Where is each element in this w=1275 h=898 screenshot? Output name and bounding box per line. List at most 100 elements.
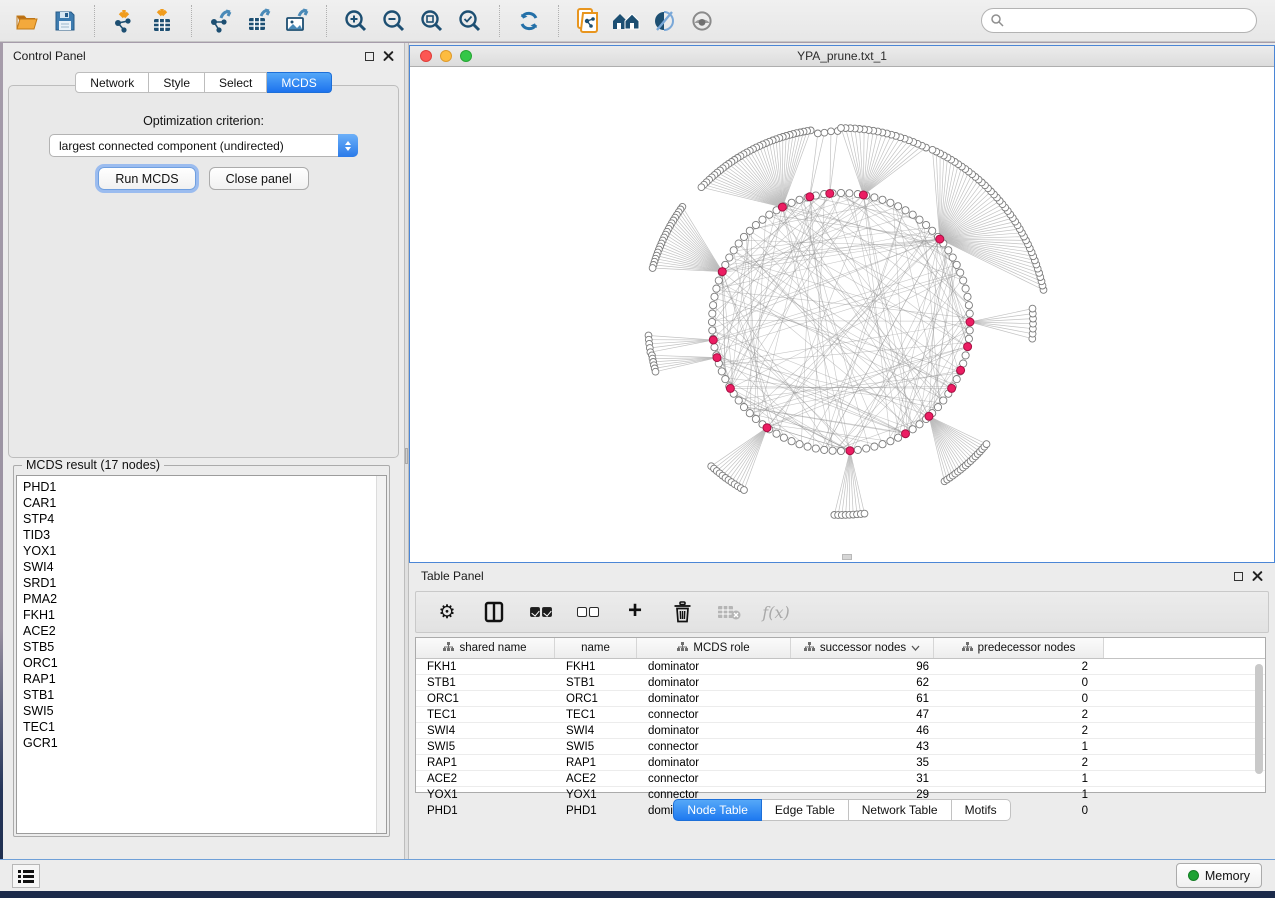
close-table-panel-icon[interactable] xyxy=(1252,571,1263,582)
network-canvas[interactable] xyxy=(410,67,1274,561)
ring-node[interactable] xyxy=(887,199,894,206)
tab-mcds[interactable]: MCDS xyxy=(267,72,331,93)
mcds-hub-node[interactable] xyxy=(826,190,834,198)
ring-node[interactable] xyxy=(879,196,886,203)
ring-node[interactable] xyxy=(788,199,795,206)
mcds-hub-node[interactable] xyxy=(713,354,721,362)
criterion-dropdown[interactable]: largest connected component (undirected) xyxy=(49,134,358,157)
leaf-node[interactable] xyxy=(828,128,835,135)
mcds-result-item[interactable]: TID3 xyxy=(23,527,376,543)
leaf-node[interactable] xyxy=(983,441,990,448)
ring-node[interactable] xyxy=(964,293,971,300)
ring-node[interactable] xyxy=(909,211,916,218)
ring-node[interactable] xyxy=(916,421,923,428)
ring-node[interactable] xyxy=(711,344,718,351)
ring-node[interactable] xyxy=(895,434,902,441)
zoom-selected-icon[interactable] xyxy=(451,4,489,38)
ring-node[interactable] xyxy=(804,443,811,450)
leaf-node[interactable] xyxy=(814,130,821,137)
mcds-hub-node[interactable] xyxy=(902,430,910,438)
column-header-name[interactable]: name xyxy=(555,638,637,658)
save-icon[interactable] xyxy=(46,4,84,38)
table-scroll-thumb[interactable] xyxy=(1255,664,1263,774)
table-row[interactable]: RAP1RAP1dominator352 xyxy=(416,755,1265,771)
mcds-result-item[interactable]: ORC1 xyxy=(23,655,376,671)
ring-node[interactable] xyxy=(871,194,878,201)
ring-node[interactable] xyxy=(752,415,759,422)
mcds-result-item[interactable]: STB5 xyxy=(23,639,376,655)
mcds-result-item[interactable]: ACE2 xyxy=(23,623,376,639)
ring-node[interactable] xyxy=(796,196,803,203)
ring-node[interactable] xyxy=(863,445,870,452)
ring-node[interactable] xyxy=(752,221,759,228)
mcds-result-item[interactable]: CAR1 xyxy=(23,495,376,511)
ring-node[interactable] xyxy=(916,216,923,223)
leaf-node[interactable] xyxy=(929,146,936,153)
ring-node[interactable] xyxy=(780,434,787,441)
refresh-icon[interactable] xyxy=(510,4,548,38)
ring-node[interactable] xyxy=(945,247,952,254)
ring-node[interactable] xyxy=(766,211,773,218)
network-titlebar[interactable]: YPA_prune.txt_1 xyxy=(410,46,1274,67)
float-panel-icon[interactable] xyxy=(365,52,374,61)
ring-node[interactable] xyxy=(709,310,716,317)
search-input[interactable] xyxy=(1005,11,1256,31)
export-table-icon[interactable] xyxy=(240,4,278,38)
mcds-result-item[interactable]: GCR1 xyxy=(23,735,376,751)
close-panel-button[interactable]: Close panel xyxy=(209,167,309,190)
mcds-result-item[interactable]: SRD1 xyxy=(23,575,376,591)
ring-node[interactable] xyxy=(711,293,718,300)
ring-node[interactable] xyxy=(960,277,967,284)
ring-node[interactable] xyxy=(871,443,878,450)
ring-node[interactable] xyxy=(735,397,742,404)
mcds-hub-node[interactable] xyxy=(964,343,972,351)
mcds-result-item[interactable]: STB1 xyxy=(23,687,376,703)
ring-node[interactable] xyxy=(965,335,972,342)
mcds-result-item[interactable]: SWI4 xyxy=(23,559,376,575)
deselect-all-icon[interactable] xyxy=(575,597,601,627)
ring-node[interactable] xyxy=(759,216,766,223)
float-table-panel-icon[interactable] xyxy=(1234,572,1243,581)
select-all-icon[interactable] xyxy=(528,597,554,627)
table-scrollbar[interactable] xyxy=(1254,662,1264,790)
column-header-MCDS-role[interactable]: MCDS role xyxy=(637,638,791,658)
ring-node[interactable] xyxy=(934,404,941,411)
ring-node[interactable] xyxy=(709,327,716,334)
add-icon[interactable]: + xyxy=(622,596,648,626)
ring-node[interactable] xyxy=(710,302,717,309)
export-image-icon[interactable] xyxy=(278,4,316,38)
ring-node[interactable] xyxy=(879,441,886,448)
column-header-successor-nodes[interactable]: successor nodes xyxy=(791,638,934,658)
run-mcds-button[interactable]: Run MCDS xyxy=(98,167,195,190)
ring-node[interactable] xyxy=(902,207,909,214)
leaf-node[interactable] xyxy=(861,510,868,517)
mcds-result-item[interactable]: SWI5 xyxy=(23,703,376,719)
ring-node[interactable] xyxy=(713,285,720,292)
tab-select[interactable]: Select xyxy=(205,72,267,93)
ring-node[interactable] xyxy=(730,247,737,254)
ring-node[interactable] xyxy=(788,438,795,445)
table-row[interactable]: FKH1FKH1dominator962 xyxy=(416,659,1265,675)
table-row[interactable]: SWI4SWI4dominator462 xyxy=(416,723,1265,739)
mcds-hub-node[interactable] xyxy=(966,318,974,326)
mcds-result-item[interactable]: FKH1 xyxy=(23,607,376,623)
tab-edge-table[interactable]: Edge Table xyxy=(762,799,849,821)
ring-node[interactable] xyxy=(887,438,894,445)
ring-node[interactable] xyxy=(735,240,742,247)
ring-node[interactable] xyxy=(949,254,956,261)
ring-node[interactable] xyxy=(854,446,861,453)
leaf-node[interactable] xyxy=(838,125,845,132)
clone-network-icon[interactable] xyxy=(569,4,607,38)
ring-node[interactable] xyxy=(773,430,780,437)
ring-node[interactable] xyxy=(966,327,973,334)
mcds-hub-node[interactable] xyxy=(718,268,726,276)
divider-grip[interactable] xyxy=(405,448,408,464)
leaf-node[interactable] xyxy=(1029,305,1036,312)
tab-network-table[interactable]: Network Table xyxy=(849,799,952,821)
tab-node-table[interactable]: Node Table xyxy=(673,799,762,821)
ring-node[interactable] xyxy=(746,227,753,234)
network-resize-grip[interactable] xyxy=(842,554,852,560)
ring-node[interactable] xyxy=(929,227,936,234)
ring-node[interactable] xyxy=(715,277,722,284)
ring-node[interactable] xyxy=(966,310,973,317)
